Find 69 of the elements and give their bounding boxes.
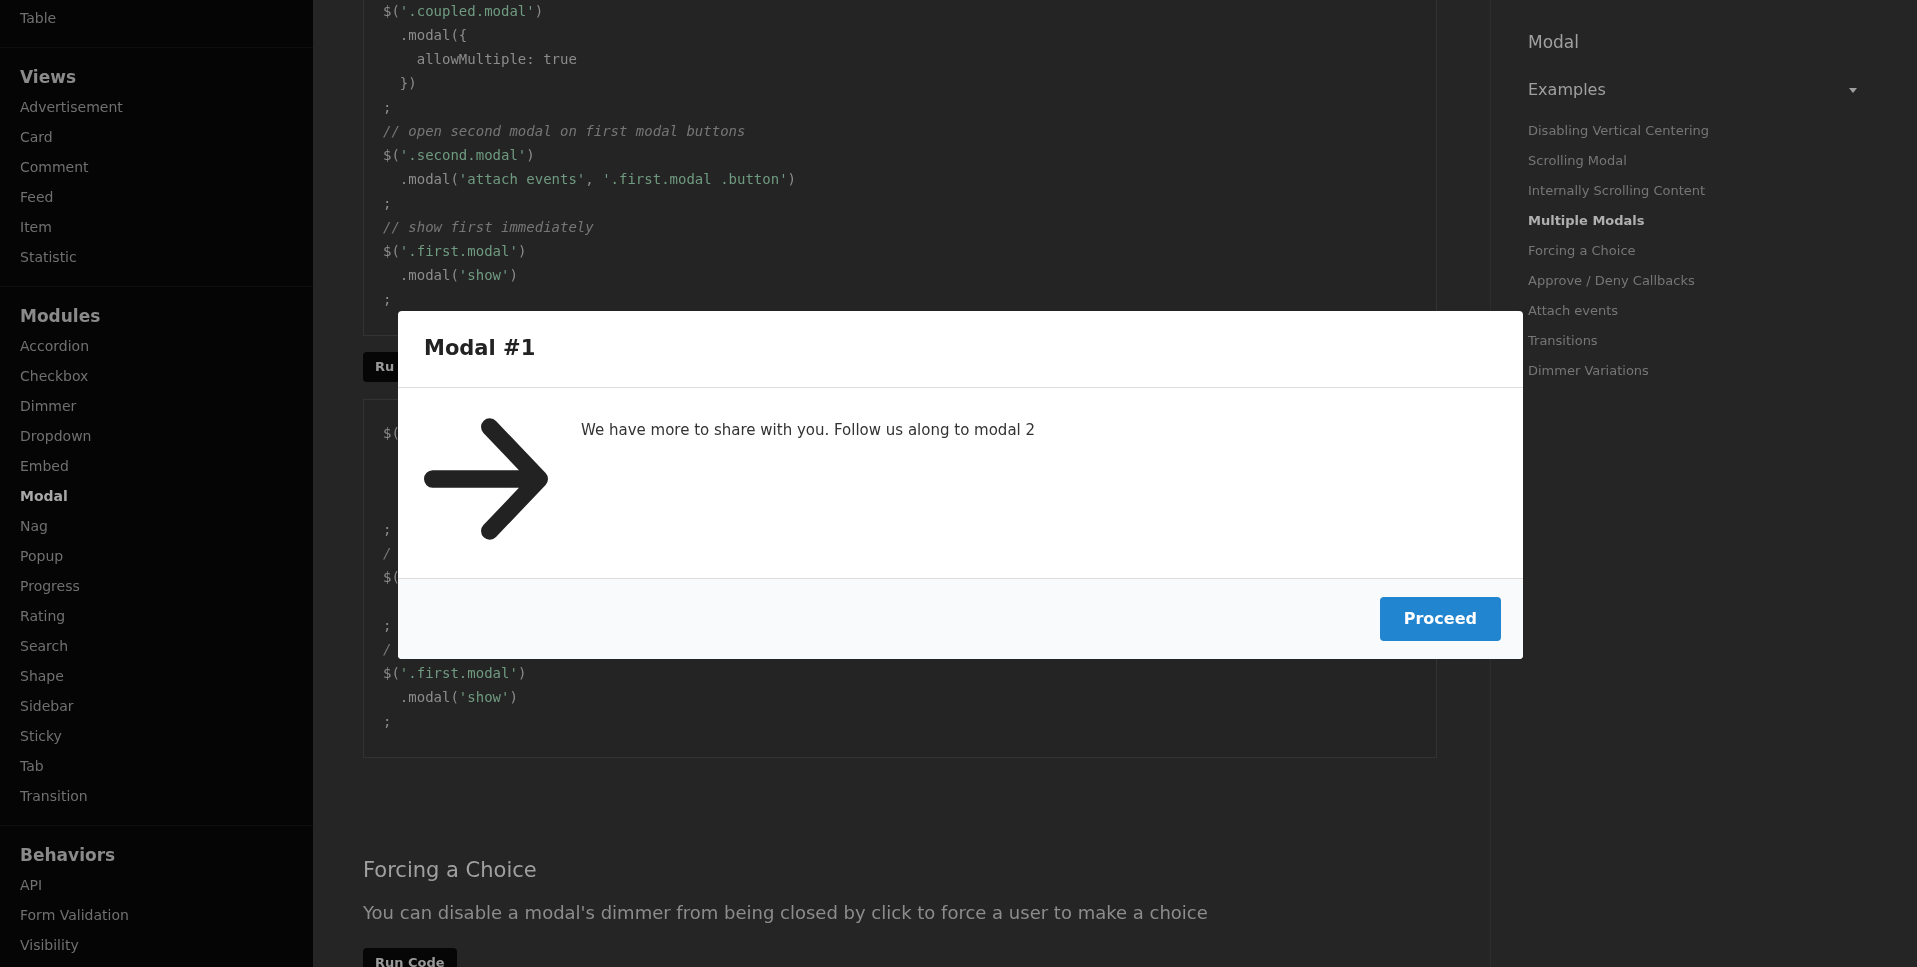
sidebar-item[interactable]: Statistic <box>20 242 77 272</box>
code-line: .modal('show') <box>398 687 518 707</box>
sidebar-heading: Views <box>20 66 77 89</box>
code-line: $( <box>383 567 400 587</box>
sidebar-item[interactable]: Tab <box>20 751 44 781</box>
toc-item[interactable]: Multiple Modals <box>1528 205 1645 236</box>
sidebar-item[interactable]: Dimmer <box>20 391 77 421</box>
sidebar-item[interactable]: Embed <box>20 451 69 481</box>
sidebar-item[interactable]: Form Validation <box>20 900 129 930</box>
sidebar-item[interactable]: Accordion <box>20 331 89 361</box>
sidebar-heading: Behaviors <box>20 844 116 867</box>
run-code-button[interactable]: Run Code <box>363 947 457 967</box>
code-line: ; <box>383 615 392 635</box>
code-line: / <box>383 543 392 563</box>
code-line: ; <box>383 290 392 309</box>
sidebar-item[interactable]: Nag <box>20 511 48 541</box>
sidebar-item[interactable]: Advertisement <box>20 92 123 122</box>
description-text: You can disable a modal's dimmer from being closed by click to force a user to make a choice <box>363 900 1208 925</box>
code-line: .modal('attach events', '.first.modal .button') <box>398 170 797 189</box>
sidebar-item[interactable]: Card <box>20 122 53 152</box>
sidebar-item[interactable]: API <box>20 870 43 900</box>
toc-item[interactable]: Approve / Deny Callbacks <box>1528 265 1695 296</box>
sidebar-item[interactable]: Table <box>20 3 57 33</box>
code-line: .modal('show') <box>398 266 518 285</box>
code-line: .modal({ <box>398 26 468 45</box>
sidebar-item[interactable]: Transition <box>20 781 88 811</box>
sidebar-item[interactable]: Dropdown <box>20 421 92 451</box>
arrow-right-icon <box>424 418 548 540</box>
code-line: // open second modal on first modal buttons <box>383 122 746 141</box>
sidebar-item[interactable]: Comment <box>20 152 89 182</box>
sidebar-item[interactable]: Search <box>20 631 69 661</box>
section-heading: Forcing a Choice <box>363 857 537 883</box>
code-line: $('.first.modal') <box>383 242 527 261</box>
sidebar-item[interactable]: Feed <box>20 182 54 212</box>
sidebar-item[interactable]: Visibility <box>20 930 79 960</box>
toc-item[interactable]: Disabling Vertical Centering <box>1528 115 1710 146</box>
code-line: $('.first.modal') <box>383 663 527 683</box>
code-line: ; <box>383 711 392 731</box>
sidebar-item[interactable]: Modal <box>20 481 68 511</box>
sidebar-item[interactable]: Popup <box>20 541 64 571</box>
toc-item[interactable]: Forcing a Choice <box>1528 235 1636 266</box>
code-line: / <box>383 639 392 659</box>
sidebar-item[interactable]: Progress <box>20 571 80 601</box>
code-line: allowMultiple: true <box>415 50 577 69</box>
code-line: $('.second.modal') <box>383 146 535 165</box>
sidebar-heading: Modules <box>20 305 101 328</box>
code-line: ; <box>383 98 392 117</box>
toc-item[interactable]: Transitions <box>1528 325 1598 356</box>
toc-item[interactable]: Attach events <box>1528 295 1619 326</box>
sidebar-item[interactable]: Sidebar <box>20 691 74 721</box>
toc-heading[interactable]: Examples <box>1528 77 1606 102</box>
sidebar-item[interactable]: Sticky <box>20 721 62 751</box>
code-line: $('.coupled.modal') <box>383 2 544 21</box>
code-line: $( <box>383 423 400 443</box>
sidebar-item[interactable]: Checkbox <box>20 361 89 391</box>
code-line: }) <box>398 74 417 93</box>
proceed-button[interactable]: Proceed <box>1379 597 1501 641</box>
sidebar-item[interactable]: Rating <box>20 601 66 631</box>
code-line: ; <box>383 519 392 539</box>
code-line: // show first immediately <box>383 218 594 237</box>
toc-title: Modal <box>1528 31 1579 54</box>
toc-item[interactable]: Dimmer Variations <box>1528 355 1649 386</box>
sidebar-item[interactable]: Item <box>20 212 52 242</box>
modal-message: We have more to share with you. Follow us along to modal 2 <box>581 420 1036 439</box>
toc-item[interactable]: Internally Scrolling Content <box>1528 175 1706 206</box>
code-line: ; <box>383 194 392 213</box>
modal-title: Modal #1 <box>424 335 536 363</box>
toc-item[interactable]: Scrolling Modal <box>1528 145 1627 176</box>
sidebar-item[interactable]: Shape <box>20 661 64 691</box>
